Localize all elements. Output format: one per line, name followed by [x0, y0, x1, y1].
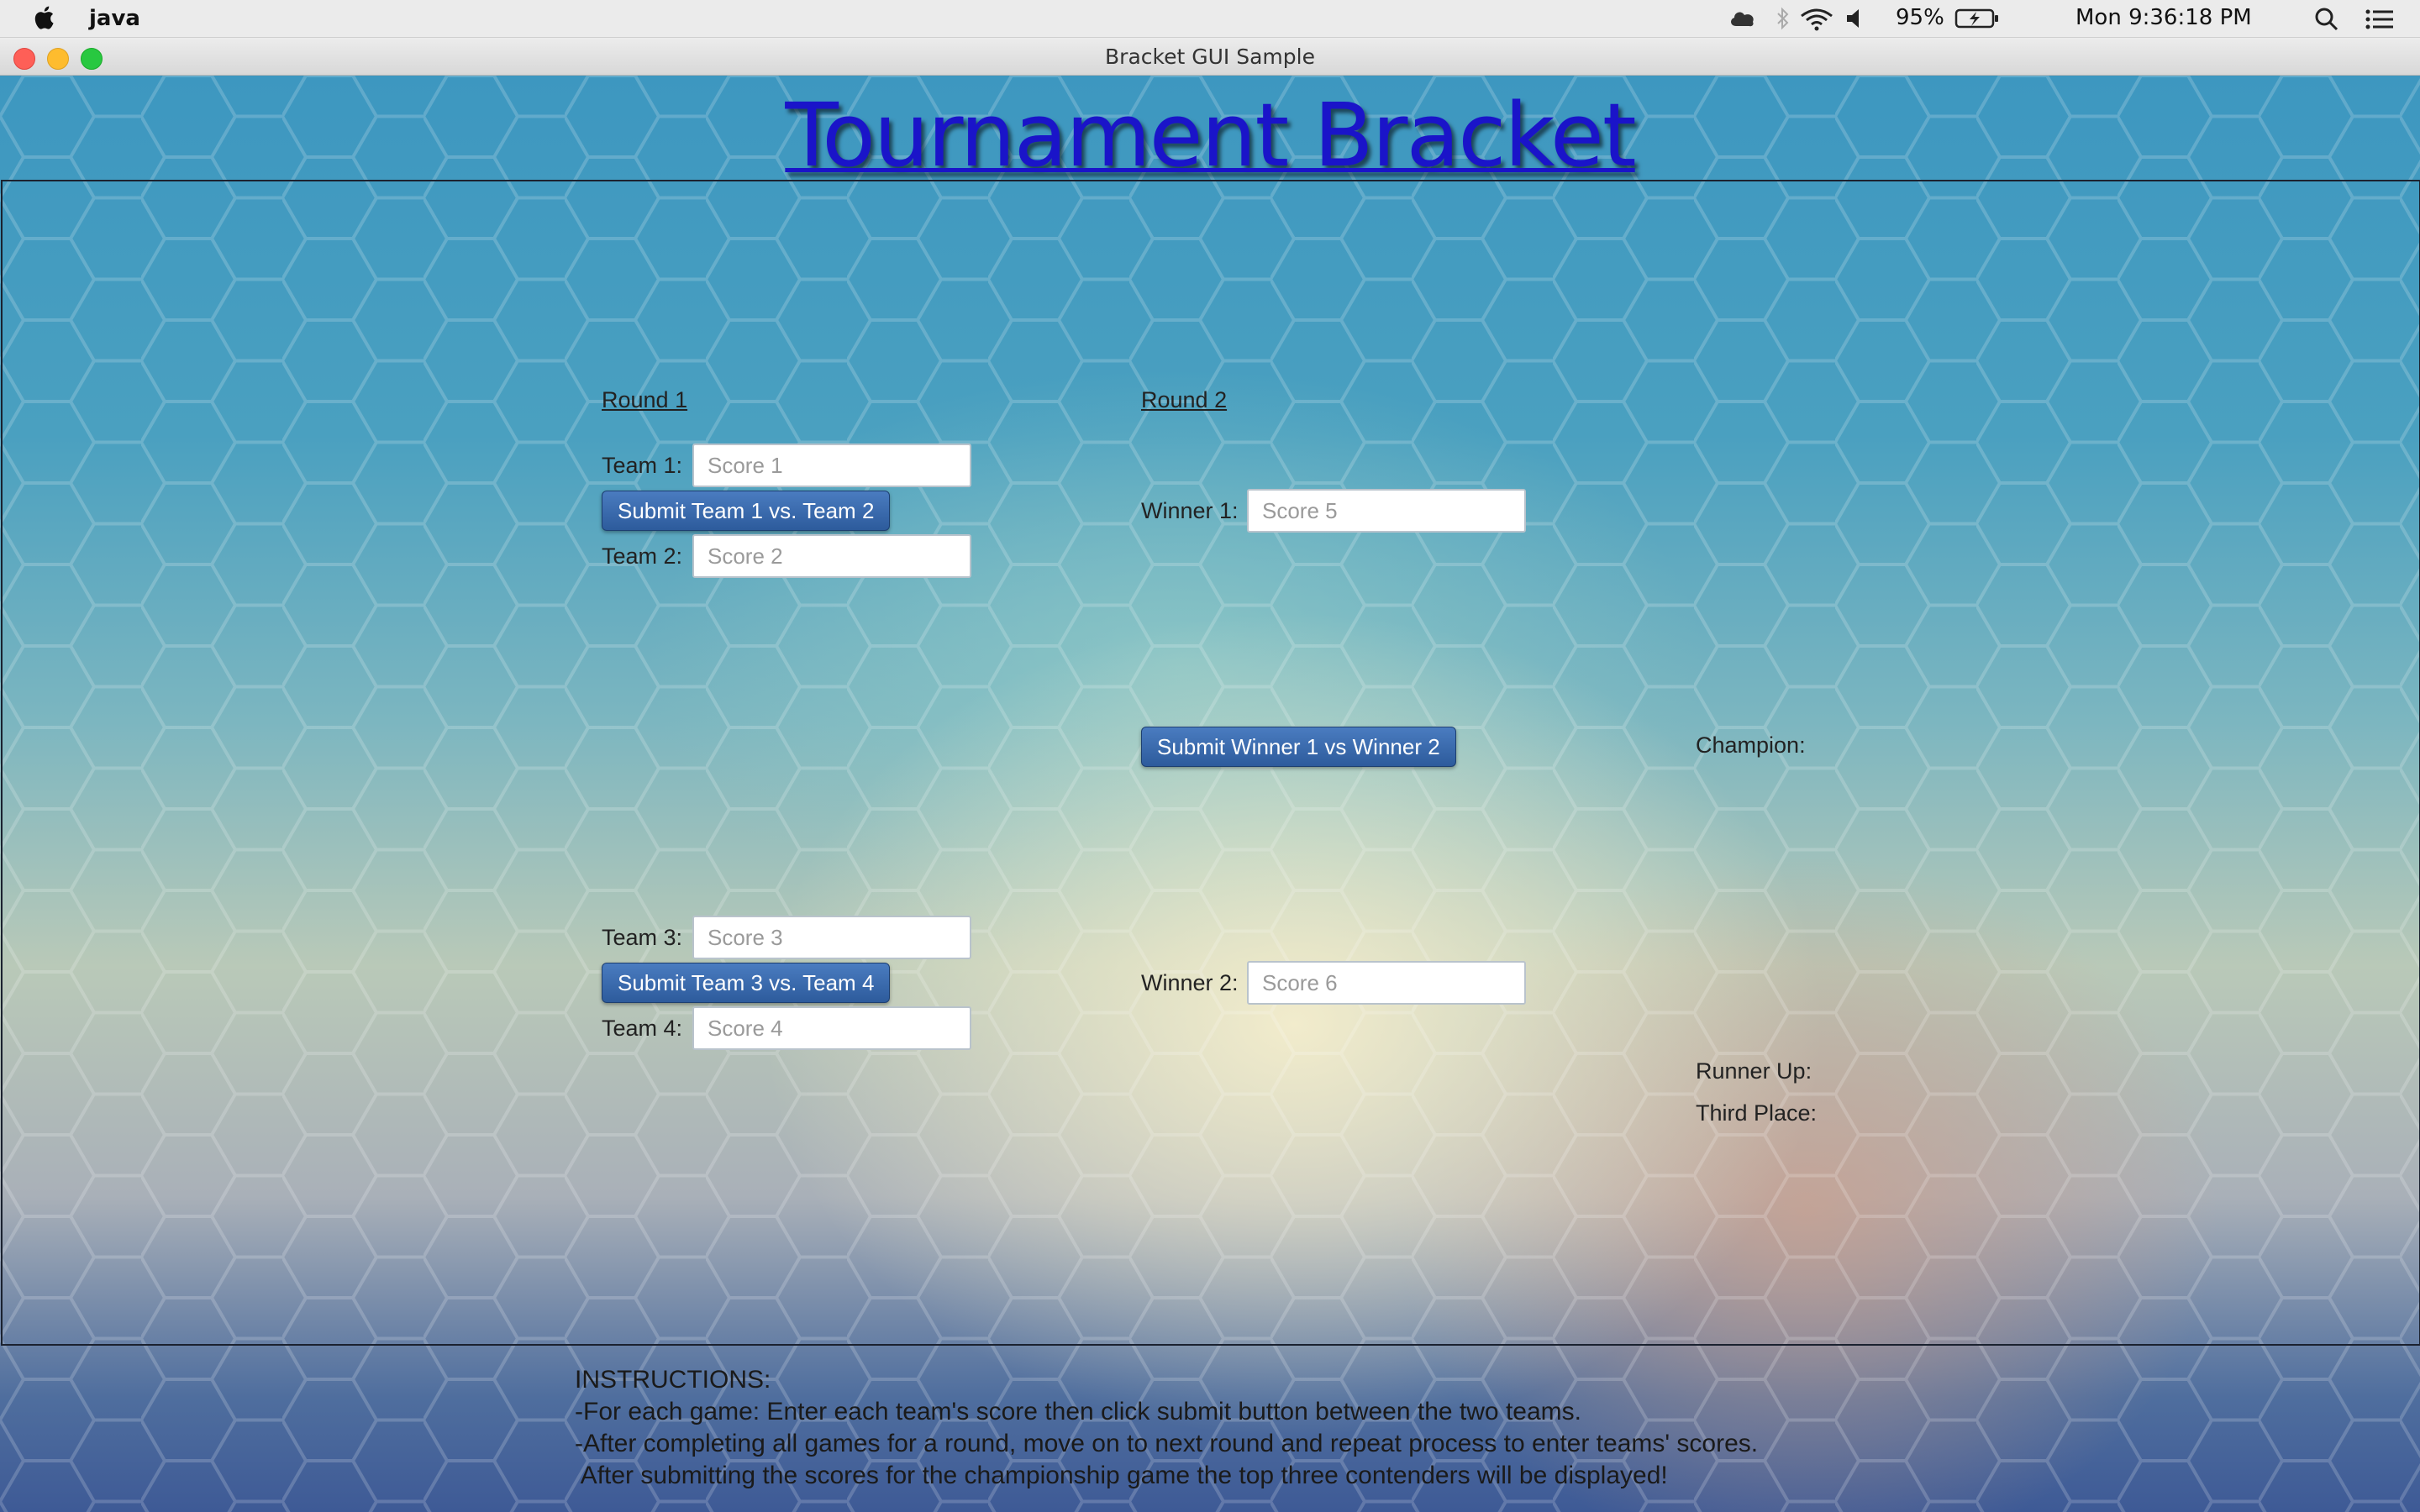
winner-1-label: Winner 1:: [1141, 498, 1239, 523]
window-title: Bracket GUI Sample: [1105, 45, 1315, 69]
round-2-label: Round 2: [1141, 387, 1228, 412]
spotlight-search-icon[interactable]: [2314, 7, 2339, 32]
team-4-score-field[interactable]: [692, 1006, 971, 1050]
battery-icon[interactable]: [1954, 7, 2002, 30]
instructions-line-1: -For each game: Enter each team's score …: [575, 1398, 1581, 1425]
apple-icon[interactable]: [32, 5, 55, 30]
instructions-heading: INSTRUCTIONS:: [575, 1366, 771, 1394]
winner-1-score-field[interactable]: [1247, 489, 1526, 533]
menu-bar: java 95% Mon 9:36:18 PM: [0, 0, 2420, 38]
menu-bar-clock[interactable]: Mon 9:36:18 PM: [2075, 5, 2252, 30]
team-1-label: Team 1:: [602, 453, 683, 478]
team-4-label: Team 4:: [602, 1016, 683, 1041]
instructions-block: INSTRUCTIONS: -For each game: Enter each …: [575, 1364, 1758, 1492]
creative-cloud-icon[interactable]: [1728, 8, 1758, 29]
round-1-label: Round 1: [602, 387, 688, 412]
app-title: Tournament Bracket: [785, 84, 1636, 186]
team-2-score-field[interactable]: [692, 534, 971, 578]
instructions-line-3: After submitting the scores for the cham…: [575, 1462, 1668, 1489]
team-3-score-field[interactable]: [692, 916, 971, 959]
window-title-bar[interactable]: Bracket GUI Sample: [0, 38, 2420, 76]
third-place-label: Third Place:: [1696, 1100, 1818, 1126]
winner-2-score-field[interactable]: [1247, 961, 1526, 1005]
notification-center-icon[interactable]: [2365, 8, 2395, 30]
team-2-label: Team 2:: [602, 543, 683, 569]
submit-team1-vs-team2-button[interactable]: Submit Team 1 vs. Team 2: [602, 491, 891, 531]
team-3-label: Team 3:: [602, 925, 683, 950]
submit-team3-vs-team4-button[interactable]: Submit Team 3 vs. Team 4: [602, 963, 891, 1003]
app-content: Tournament Bracket Round 1 Team 1: Submi…: [0, 76, 2420, 1512]
instructions-line-2: -After completing all games for a round,…: [575, 1430, 1759, 1457]
wifi-icon[interactable]: [1800, 8, 1833, 31]
winner-2-label: Winner 2:: [1141, 970, 1239, 995]
active-app-name[interactable]: java: [89, 6, 140, 31]
bluetooth-icon[interactable]: [1775, 7, 1791, 30]
team-1-score-field[interactable]: [692, 444, 971, 487]
volume-icon[interactable]: [1845, 8, 1869, 29]
battery-percent[interactable]: 95%: [1896, 5, 1944, 30]
runner-up-label: Runner Up:: [1696, 1058, 1812, 1084]
champion-label: Champion:: [1696, 732, 1806, 758]
submit-winner1-vs-winner2-button[interactable]: Submit Winner 1 vs Winner 2: [1141, 727, 1456, 767]
